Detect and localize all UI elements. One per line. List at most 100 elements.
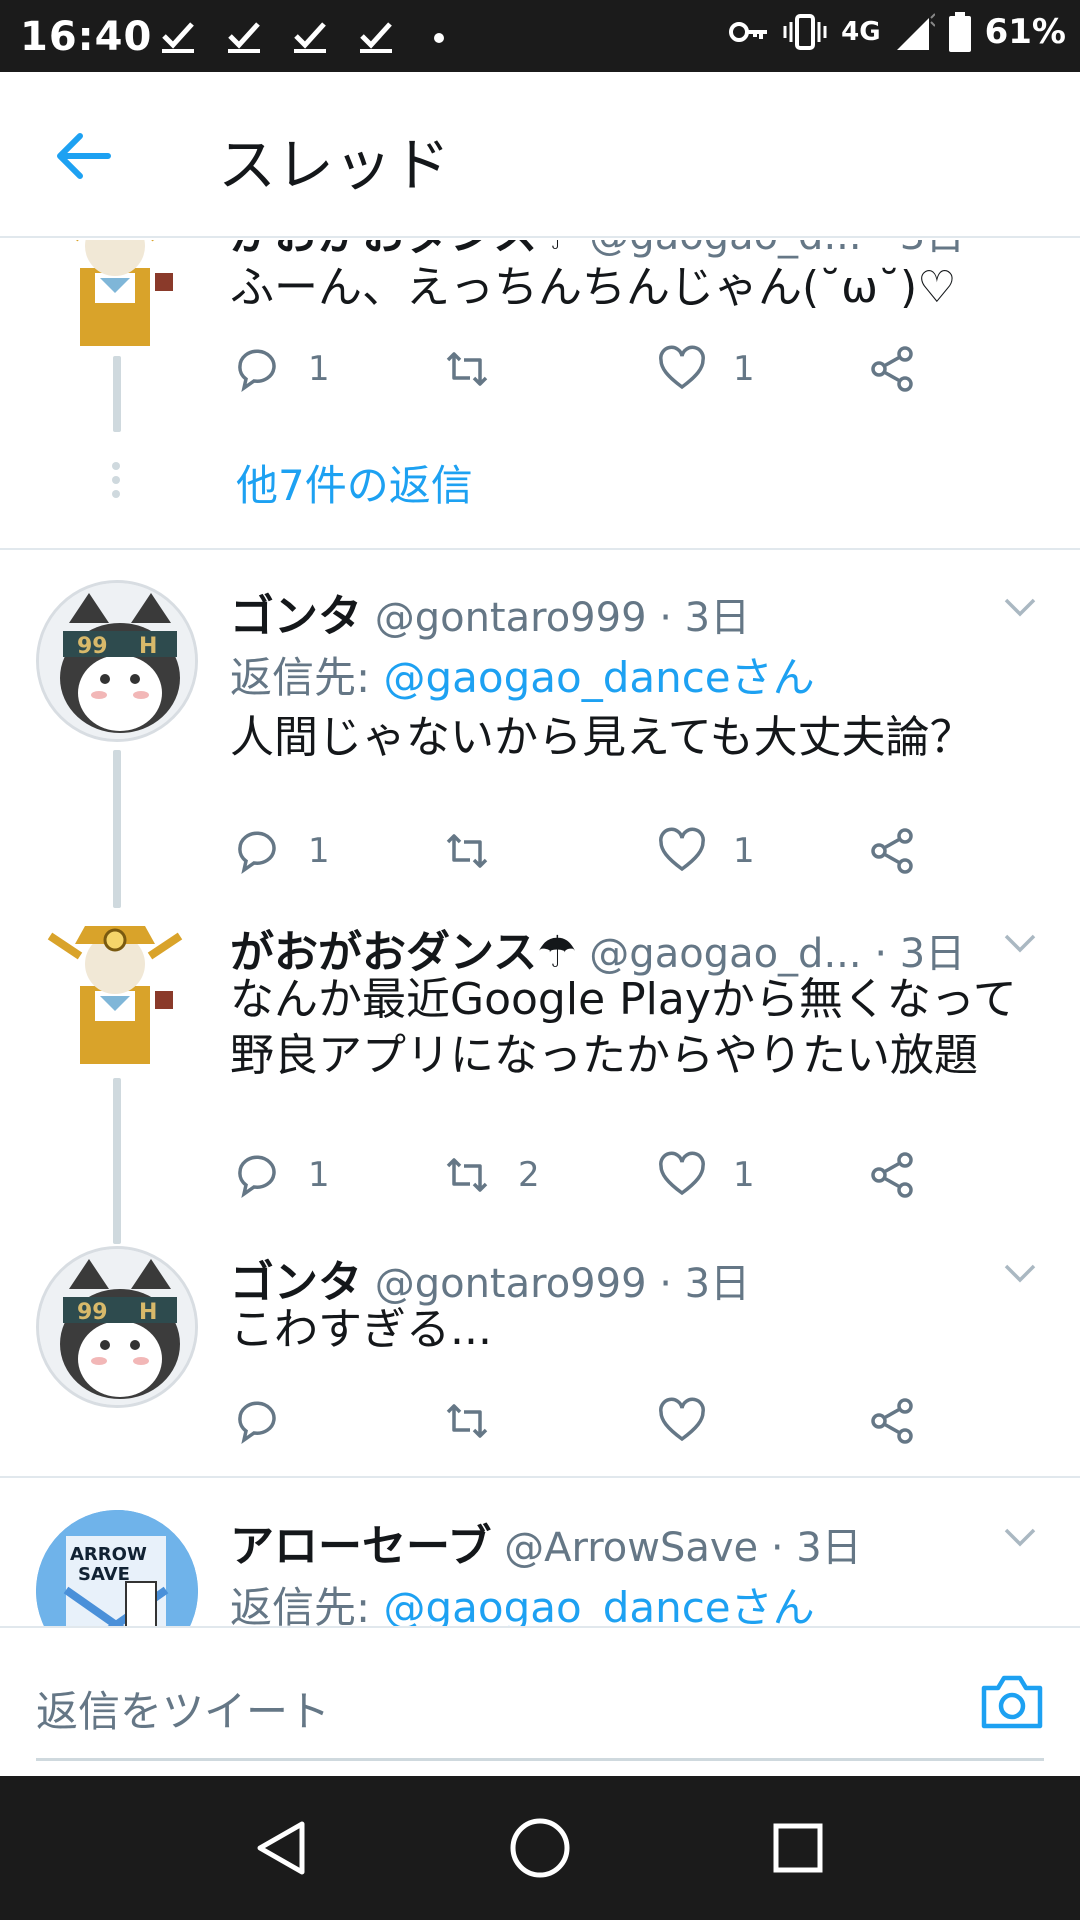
notification-icons xyxy=(160,18,444,54)
like-count: 1 xyxy=(733,1155,755,1195)
avatar-text-line: SAVE xyxy=(78,1564,130,1585)
user-handle: @gaogao_d... xyxy=(589,931,862,977)
system-nav-bar xyxy=(0,1776,1080,1920)
like-count: 1 xyxy=(733,349,755,389)
like-button[interactable] xyxy=(657,1396,733,1446)
reply-to: 返信先: @gaogao_danceさん xyxy=(230,644,815,705)
status-bar: 16:40 4G 61% xyxy=(0,0,1080,72)
reply-count: 1 xyxy=(308,1155,330,1195)
thread-connector xyxy=(113,1078,121,1244)
avatar[interactable]: 99 H xyxy=(36,1246,198,1408)
tweet-header: がおがおダンス☂ @gaogao_d... · 3日 xyxy=(230,916,965,980)
tweet-text: なんか最近Google Playから無くなって 野良アプリになったからやりたい放… xyxy=(230,972,1017,1084)
avatar[interactable] xyxy=(40,240,190,348)
like-count: 1 xyxy=(733,831,755,871)
status-indicators: 4G 61% xyxy=(729,12,1066,52)
tweet[interactable]: ARROW SAVE アローセーブ @ArrowSave · 3日 返信先: @g… xyxy=(0,1510,1080,1626)
avatar-text-line: ARROW xyxy=(70,1544,147,1565)
display-name[interactable]: ゴンタ xyxy=(230,591,362,642)
retweet-button[interactable] xyxy=(442,1396,518,1446)
display-name[interactable]: がおがおダンス☂ xyxy=(230,927,577,978)
svg-text:99: 99 xyxy=(77,634,108,659)
show-more-replies-link[interactable]: 他7件の返信 xyxy=(236,452,473,513)
thread-connector xyxy=(113,356,121,432)
circle-home-icon xyxy=(510,1818,570,1878)
network-type: 4G xyxy=(841,17,881,47)
reply-input[interactable]: 返信をツイート xyxy=(36,1678,330,1739)
nav-recents-button[interactable] xyxy=(766,1816,830,1880)
tweet[interactable]: がおがおダンス☂ @gaogao_d... · 3日 なんか最近Google P… xyxy=(0,916,1080,1244)
tweet-time: · 3日 xyxy=(874,240,965,259)
share-button[interactable] xyxy=(867,344,917,394)
vibrate-icon xyxy=(783,14,827,50)
chevron-down-icon xyxy=(1004,1264,1036,1283)
thread-connector xyxy=(113,750,121,908)
tweet[interactable]: 99 H ゴンタ @gontaro999 · 3日 こわすぎる... xyxy=(0,1246,1080,1476)
display-name[interactable]: がおがおダンス☂ xyxy=(230,240,577,260)
share-button[interactable] xyxy=(867,1396,917,1446)
vpn-key-icon xyxy=(729,22,768,42)
reply-count: 1 xyxy=(308,349,330,389)
reply-icon xyxy=(238,831,276,875)
like-button[interactable]: 1 xyxy=(657,1150,755,1200)
user-handle: @gontaro999 xyxy=(374,595,647,641)
display-name[interactable]: アローセーブ xyxy=(230,1521,491,1572)
share-button[interactable] xyxy=(867,1150,917,1200)
heart-icon xyxy=(659,1151,705,1196)
reply-to-prefix: 返信先: xyxy=(230,653,384,702)
heart-icon xyxy=(659,1397,705,1442)
camera-button[interactable] xyxy=(980,1672,1044,1732)
triangle-back-icon xyxy=(257,1821,305,1875)
reply-composer: 返信をツイート xyxy=(0,1626,1080,1776)
tweet-menu-button[interactable] xyxy=(1000,1252,1040,1292)
download-done-icon xyxy=(292,18,328,54)
tweet-time: · 3日 xyxy=(659,1261,751,1307)
tweet-menu-button[interactable] xyxy=(1000,586,1040,626)
download-done-icon xyxy=(160,18,196,54)
camera-icon xyxy=(981,1675,1043,1729)
tweet-menu-button[interactable] xyxy=(1000,1516,1040,1556)
signal-icon xyxy=(896,13,935,50)
avatar[interactable]: ARROW SAVE xyxy=(36,1510,198,1626)
reply-to-link[interactable]: @gaogao_danceさん xyxy=(384,653,815,702)
tweet-actions: 1 2 1 xyxy=(232,1150,932,1206)
user-handle: @ArrowSave xyxy=(504,1525,759,1571)
share-button[interactable] xyxy=(867,826,917,876)
tweet-menu-button[interactable] xyxy=(1000,922,1040,962)
tweet[interactable]: がおがおダンス☂ @gaogao_d... · 3日 ふーん、えっちんちんじゃん… xyxy=(0,240,1080,498)
reply-button[interactable] xyxy=(232,1396,308,1446)
retweet-button[interactable] xyxy=(442,826,518,876)
avatar[interactable] xyxy=(40,916,190,1066)
reply-to-link[interactable]: @gaogao_danceさん xyxy=(384,1583,815,1626)
app-bar: スレッド xyxy=(0,72,1080,238)
like-button[interactable]: 1 xyxy=(657,826,755,876)
user-handle: @gontaro999 xyxy=(374,1261,647,1307)
thread-dots xyxy=(112,462,122,504)
tweet-text-line: 野良アプリになったからやりたい放題 xyxy=(230,1030,978,1081)
retweet-button[interactable] xyxy=(442,344,518,394)
reply-button[interactable]: 1 xyxy=(232,826,330,876)
reply-button[interactable]: 1 xyxy=(232,344,330,394)
reply-icon xyxy=(238,1401,276,1445)
download-done-icon xyxy=(226,18,262,54)
retweet-button[interactable]: 2 xyxy=(442,1150,540,1200)
share-icon xyxy=(871,1398,913,1444)
tweet-time: · 3日 xyxy=(874,931,966,977)
nav-back-button[interactable] xyxy=(250,1816,314,1880)
arrow-left-icon xyxy=(57,133,111,179)
tweet-menu-button[interactable] xyxy=(1000,240,1040,244)
back-button[interactable] xyxy=(52,124,116,188)
avatar[interactable]: 99 H xyxy=(36,580,198,742)
thread-list[interactable]: がおがおダンス☂ @gaogao_d... · 3日 ふーん、えっちんちんじゃん… xyxy=(0,240,1080,1626)
nav-home-button[interactable] xyxy=(508,1816,572,1880)
battery-icon xyxy=(948,12,971,52)
download-done-icon xyxy=(358,18,394,54)
heart-icon xyxy=(659,827,705,872)
input-underline xyxy=(36,1758,1044,1761)
tweet-text: 人間じゃないから見えても大丈夫論？ xyxy=(230,710,974,766)
tweet-text-line: なんか最近Google Playから無くなって xyxy=(230,974,1017,1025)
more-notifications-dot xyxy=(434,33,444,43)
display-name[interactable]: ゴンタ xyxy=(230,1257,362,1308)
like-button[interactable]: 1 xyxy=(657,344,755,394)
reply-button[interactable]: 1 xyxy=(232,1150,330,1200)
